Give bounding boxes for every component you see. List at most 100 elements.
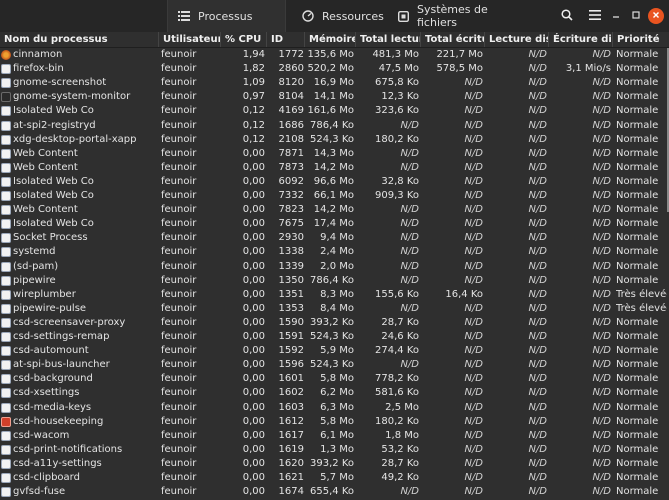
cell-tr: N/D [400,359,419,371]
cell-rd: N/D [528,486,547,498]
table-row[interactable]: csd-automount feunoir 0,00 1592 5,9 Mo 274,4 … [0,344,667,358]
cell-wd: N/D [592,204,611,216]
table-row[interactable]: csd-clipboard feunoir 0,00 1621 5,7 Mo 49,2 K… [0,471,667,485]
table-row[interactable]: (sd-pam) feunoir 0,00 1339 2,0 Mo N/D N/D N/D N/… [0,260,667,274]
cell-prio: Normale [616,443,659,455]
column-header-user[interactable]: Utilisateur [159,32,221,47]
cell-id: 1339 [278,260,304,272]
cell-rd: N/D [528,443,547,455]
table-row[interactable]: wireplumber feunoir 0,00 1351 8,3 Mo 155,6 Ko… [0,288,667,302]
cell-cpu: 0,97 [242,91,265,103]
app-icon [1,303,11,314]
cell-tw: N/D [464,232,483,244]
table-row[interactable]: systemd feunoir 0,00 1338 2,4 Mo N/D N/D N/D N/D… [0,245,667,259]
cell-tw: N/D [464,472,483,483]
close-icon [652,11,660,22]
maximize-button[interactable] [628,8,644,24]
process-name: csd-wacom [13,429,70,441]
cell-mem: 5,8 Mo [320,373,354,385]
cell-user: feunoir [161,401,197,413]
table-row[interactable]: csd-media-keys feunoir 0,00 1603 6,3 Mo 2,5 M… [0,401,667,415]
table-row[interactable]: csd-a11y-settings feunoir 0,00 1620 393,2 Ko… [0,457,667,471]
column-header-disk-write[interactable]: Écriture disque [549,32,613,47]
tab-systemes-de-fichiers[interactable]: Systèmes de fichiers [388,0,503,32]
cell-cpu: 0,00 [242,359,265,371]
table-row[interactable]: csd-background feunoir 0,00 1601 5,8 Mo 778,2… [0,372,667,386]
cell-cpu: 0,00 [242,190,265,201]
table-row[interactable]: gnome-screenshot feunoir 1,09 8120 16,9 Mo 67… [0,76,667,90]
search-button[interactable] [557,6,577,26]
cell-tw: N/D [464,345,483,357]
app-icon [1,444,11,455]
table-row[interactable]: Socket Process feunoir 0,00 2930 9,4 Mo N/D N/… [0,231,667,245]
process-name: csd-screensaver-proxy [13,316,126,328]
table-row[interactable]: csd-screensaver-proxy feunoir 0,00 1590 393,… [0,316,667,330]
table-row[interactable]: csd-print-notifications feunoir 0,00 1619 1,… [0,443,667,457]
table-row[interactable]: pipewire-pulse feunoir 0,00 1353 8,4 Mo N/D N/… [0,302,667,316]
table-row[interactable]: Web Content feunoir 0,00 7873 14,2 Mo N/D N/D N… [0,161,667,175]
cell-wd: N/D [592,345,611,357]
column-header-priority[interactable]: Priorité [613,32,667,47]
table-row[interactable]: at-spi2-registryd feunoir 0,12 1686 786,4 Ko… [0,119,667,133]
process-name: (sd-pam) [13,260,59,272]
table-row[interactable]: pipewire feunoir 0,00 1350 786,4 Ko N/D N/D N/D… [0,274,667,288]
cell-cpu: 0,00 [242,457,265,469]
cell-wd: N/D [592,246,611,258]
table-row[interactable]: gnome-system-monitor feunoir 0,97 8104 14,1 … [0,90,667,104]
cell-mem: 6,3 Mo [320,401,354,413]
cell-user: feunoir [161,316,197,328]
table-row[interactable]: xdg-desktop-portal-xapp feunoir 0,12 2108 52… [0,133,667,147]
cell-mem: 786,4 Ko [310,119,354,131]
column-header-disk-read[interactable]: Lecture disque [485,32,549,47]
table-row[interactable]: cinnamon feunoir 1,94 1772 135,6 Mo 481,3 Mo 2… [0,48,667,62]
table-row[interactable]: csd-xsettings feunoir 0,00 1602 6,2 Mo 581,6 … [0,386,667,400]
close-button[interactable] [648,8,664,24]
cell-wd: N/D [592,133,611,145]
table-row[interactable]: csd-housekeeping feunoir 0,00 1612 5,8 Mo 180… [0,415,667,429]
column-header-name[interactable]: Nom du processus [0,32,159,47]
column-header-cpu[interactable]: % CPU [221,32,267,47]
cell-user: feunoir [161,443,197,455]
column-header-total-read[interactable]: Total lecture d [356,32,421,47]
table-row[interactable]: gvfsd-fuse feunoir 0,00 1674 655,4 Ko N/D N/D N… [0,485,667,499]
cell-tw: N/D [464,260,483,272]
table-row[interactable]: Isolated Web Co feunoir 0,12 4169 161,6 Mo 32… [0,104,667,118]
process-name: Web Content [13,204,78,216]
menu-button[interactable] [585,6,605,26]
cell-mem: 17,4 Mo [313,218,354,230]
table-row[interactable]: Isolated Web Co feunoir 0,00 7675 17,4 Mo N/D… [0,217,667,231]
column-header-memory[interactable]: Mémoire [305,32,356,47]
cell-prio: Normale [616,387,659,399]
tab-ressources[interactable]: Ressources [292,0,384,32]
process-name: wireplumber [13,288,76,300]
cell-wd: N/D [592,415,611,427]
tab-processus[interactable]: Processus [167,0,286,32]
cell-wd: N/D [592,147,611,159]
cell-cpu: 0,00 [242,246,265,258]
cell-cpu: 0,00 [242,302,265,314]
table-row[interactable]: Isolated Web Co feunoir 0,00 7332 66,1 Mo 909… [0,189,667,203]
cell-tr: 675,8 Ko [375,77,419,89]
cell-wd: N/D [592,288,611,300]
cell-tr: 12,3 Ko [381,91,419,103]
table-row[interactable]: at-spi-bus-launcher feunoir 0,00 1596 524,3 … [0,358,667,372]
table-row[interactable]: Isolated Web Co feunoir 0,00 6092 96,6 Mo 32,… [0,175,667,189]
table-row[interactable]: csd-settings-remap feunoir 0,00 1591 524,3 K… [0,330,667,344]
cell-tr: 24,6 Ko [381,331,419,342]
minimize-button[interactable] [608,8,624,24]
housekeeping-icon [1,416,11,427]
column-header-id[interactable]: ID [267,32,305,47]
table-row[interactable]: firefox-bin feunoir 1,82 2860 520,2 Mo 47,5 M… [0,62,667,76]
process-name: xdg-desktop-portal-xapp [13,133,137,145]
table-row[interactable]: Web Content feunoir 0,00 7871 14,3 Mo N/D N/D N… [0,147,667,161]
cell-tr: 778,2 Ko [375,373,419,385]
cell-mem: 16,9 Mo [313,77,354,89]
column-header-total-write[interactable]: Total écriture d [421,32,485,47]
cell-id: 1674 [278,486,304,498]
cell-tr: 481,3 Mo [372,49,419,60]
cell-cpu: 0,00 [242,147,265,159]
cell-rd: N/D [528,204,547,216]
cell-rd: N/D [528,288,547,300]
table-row[interactable]: csd-wacom feunoir 0,00 1617 6,1 Mo 1,8 Mo N/D N… [0,429,667,443]
table-row[interactable]: Web Content feunoir 0,00 7823 14,2 Mo N/D N/D N… [0,203,667,217]
